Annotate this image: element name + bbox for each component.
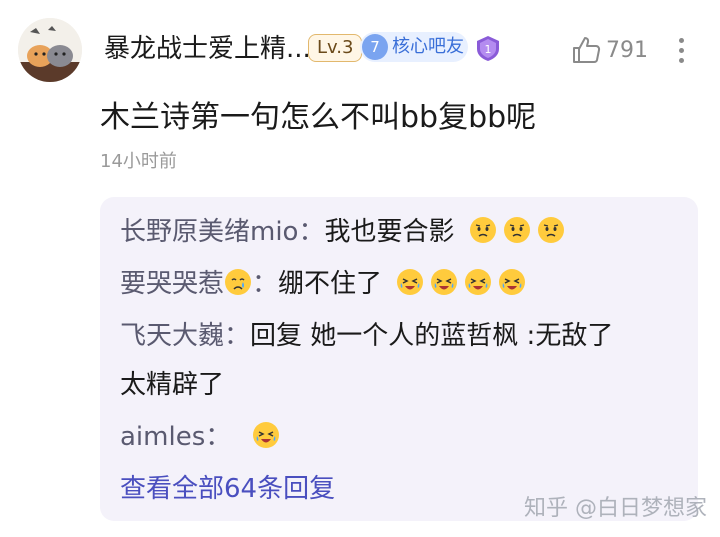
crying-face-icon	[225, 269, 252, 295]
reply-text-line2: 太精辟了	[120, 370, 225, 400]
worried-face-icon	[503, 217, 530, 243]
laughing-face-icon	[431, 269, 458, 295]
watermark: 知乎 @白日梦想家	[524, 496, 707, 521]
reply-author[interactable]: 飞天大巍	[120, 321, 224, 351]
reply-item[interactable]: aimles：	[120, 419, 280, 455]
reply-separator: ：	[224, 321, 251, 351]
reply-separator: ：	[298, 217, 325, 247]
username[interactable]: 暴龙战士爱上精...	[104, 32, 311, 66]
core-badge-number: 7	[362, 34, 388, 60]
laughing-face-icon	[397, 269, 424, 295]
reply-author[interactable]: 要哭哭惹	[120, 269, 224, 299]
reply-list: 长野原美绪mio：我也要合影 要哭哭惹 ：绷不住了 飞天大巍：回复 她一个人的蓝哲…	[100, 197, 698, 521]
post-timestamp: 14小时前	[100, 151, 177, 172]
core-member-badge: 7 核心吧友	[360, 32, 468, 62]
reply-text: 绷不住了	[278, 269, 383, 299]
reply-author[interactable]: 长野原美绪mio	[120, 217, 298, 247]
avatar[interactable]	[18, 18, 82, 82]
like-button[interactable]: 791	[570, 34, 680, 68]
more-dot-icon	[679, 58, 684, 63]
view-all-replies-link[interactable]: 查看全部64条回复	[120, 471, 335, 507]
core-badge-label: 核心吧友	[392, 36, 464, 57]
reply-text: 我也要合影	[324, 217, 455, 247]
more-dot-icon	[679, 48, 684, 53]
laughing-face-icon	[499, 269, 526, 295]
worried-face-icon	[537, 217, 564, 243]
laughing-face-icon	[465, 269, 492, 295]
reply-text-continuation: 太精辟了	[120, 367, 224, 403]
more-dot-icon	[679, 38, 684, 43]
laughing-face-icon	[252, 422, 279, 448]
member-shield-icon: 1	[477, 36, 499, 61]
reply-separator: ：	[252, 269, 279, 299]
avatar-image	[18, 18, 82, 82]
reply-item[interactable]: 长野原美绪mio：我也要合影	[120, 214, 565, 250]
level-badge: Lv.3	[308, 34, 363, 62]
reply-item[interactable]: 要哭哭惹 ：绷不住了	[120, 266, 526, 302]
post-content: 木兰诗第一句怎么不叫bb复bb呢	[100, 100, 537, 135]
reply-separator: ：	[205, 422, 232, 452]
post-card: 暴龙战士爱上精... Lv.3 7 核心吧友 1 791 木兰诗第一句怎么不叫b…	[0, 0, 720, 537]
thumbs-up-icon	[573, 37, 601, 63]
reply-author[interactable]: aimles	[120, 422, 205, 452]
like-count: 791	[606, 38, 648, 63]
svg-text:1: 1	[485, 43, 492, 56]
more-options-button[interactable]	[672, 34, 692, 68]
reply-text: 回复 她一个人的蓝哲枫 :无敌了	[250, 321, 614, 351]
reply-item[interactable]: 飞天大巍：回复 她一个人的蓝哲枫 :无敌了	[120, 318, 613, 354]
worried-face-icon	[469, 217, 496, 243]
